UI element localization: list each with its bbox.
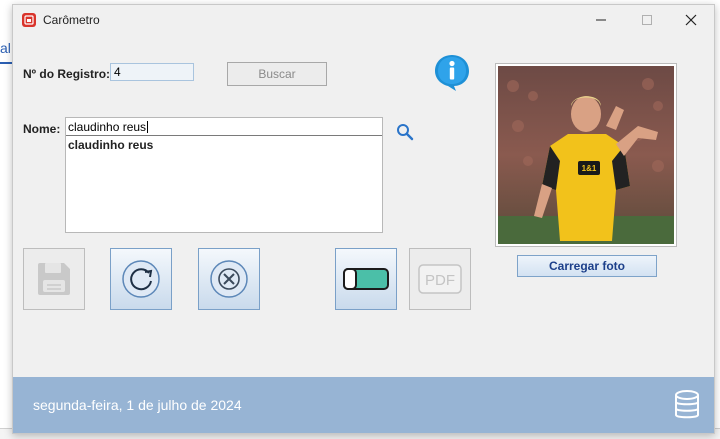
- database-icon[interactable]: [673, 390, 701, 420]
- delete-x-icon: [210, 260, 248, 298]
- background-tab-underline: [0, 62, 12, 64]
- nome-label: Nome:: [23, 122, 61, 136]
- suggestion-list-item[interactable]: claudinho reus: [68, 138, 153, 152]
- close-icon: [685, 14, 697, 26]
- nome-input[interactable]: claudinho reus: [66, 118, 382, 136]
- buscar-button[interactable]: Buscar: [227, 62, 327, 86]
- search-icon[interactable]: [396, 123, 414, 141]
- app-icon: [22, 13, 36, 27]
- info-icon[interactable]: [431, 51, 473, 93]
- registro-field[interactable]: 4: [110, 63, 194, 81]
- eraser-icon: [343, 268, 389, 290]
- clear-fields-button[interactable]: [335, 248, 397, 310]
- carregar-foto-button[interactable]: Carregar foto: [517, 255, 657, 277]
- close-button[interactable]: [668, 5, 714, 35]
- status-bar: segunda-feira, 1 de julho de 2024: [13, 377, 714, 433]
- player-photo: 1&1: [498, 66, 674, 244]
- text-caret: [147, 121, 149, 133]
- floppy-disk-icon: [38, 263, 70, 295]
- nome-search-panel: claudinho reus claudinho reus: [65, 117, 383, 233]
- minimize-icon: [596, 19, 606, 21]
- refresh-icon: [122, 260, 160, 298]
- maximize-icon: [642, 15, 652, 25]
- pdf-button[interactable]: PDF: [409, 248, 471, 310]
- svg-text:1&1: 1&1: [582, 164, 597, 173]
- minimize-button[interactable]: [578, 5, 624, 35]
- status-date: segunda-feira, 1 de julho de 2024: [33, 397, 242, 413]
- carometro-window: Carômetro Nº do Registro: 4 Buscar 1&1 C…: [12, 4, 715, 434]
- photo-frame: 1&1: [495, 63, 677, 247]
- nome-input-text: claudinho reus: [68, 120, 147, 134]
- pdf-icon: PDF: [418, 264, 462, 294]
- pdf-icon-label: PDF: [425, 272, 455, 289]
- refresh-button[interactable]: [110, 248, 172, 310]
- registro-label: Nº do Registro:: [23, 67, 111, 81]
- maximize-button[interactable]: [624, 5, 670, 35]
- delete-button[interactable]: [198, 248, 260, 310]
- save-button[interactable]: [23, 248, 85, 310]
- window-title: Carômetro: [43, 13, 100, 27]
- title-bar[interactable]: Carômetro: [13, 5, 714, 35]
- background-tab-fragment: al: [0, 40, 11, 56]
